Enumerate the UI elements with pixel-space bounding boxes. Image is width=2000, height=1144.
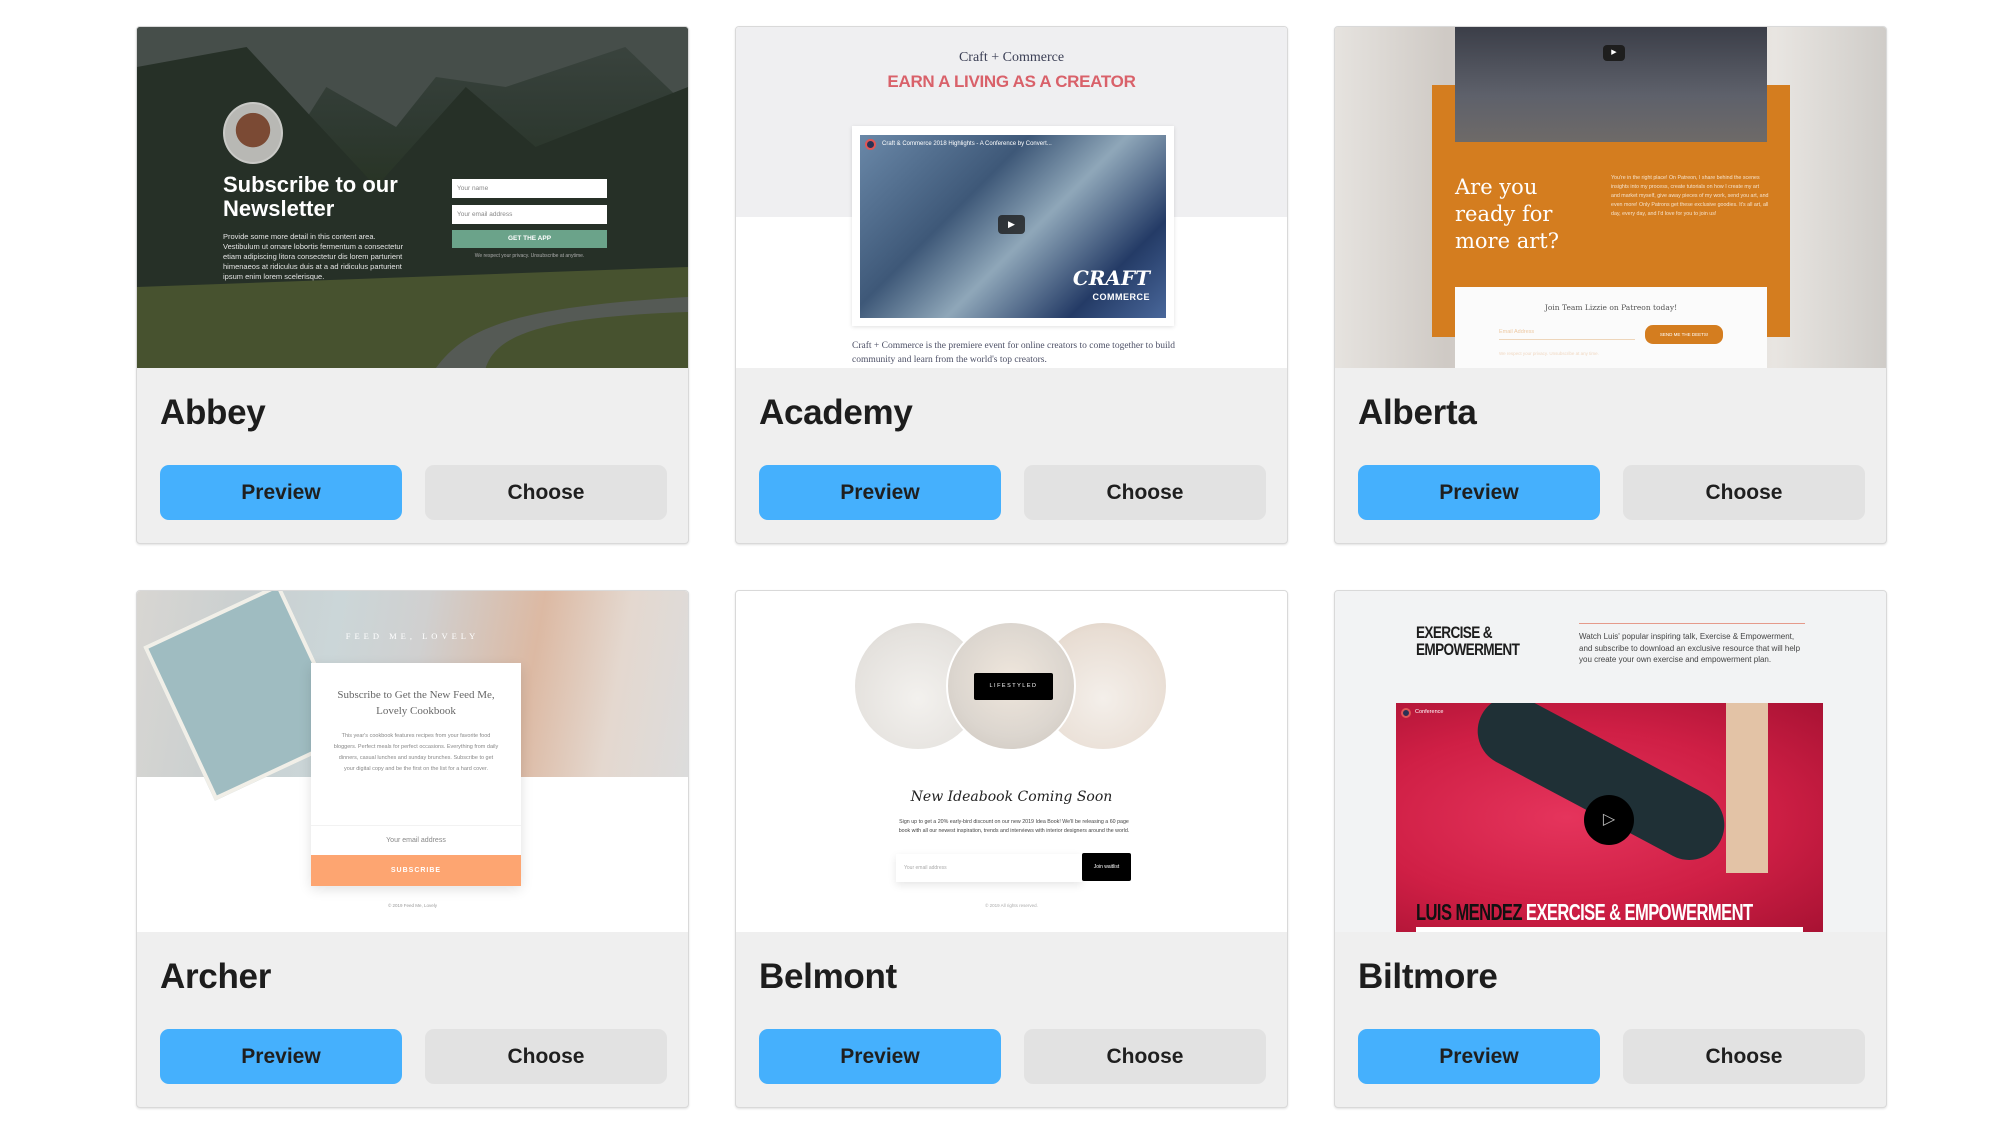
channel-logo-icon [865,139,876,150]
choose-button[interactable]: Choose [425,465,667,520]
choose-button[interactable]: Choose [1024,1029,1266,1084]
email-field: Your email address [311,825,521,855]
video-banner: LUIS MENDEZ EXERCISE & EMPOWERMENT [1416,899,1753,926]
template-card-archer: FEED ME, LOVELY Subscribe to Get the New… [136,590,689,1108]
email-field: Your email address [452,205,607,224]
avatar [223,102,283,164]
template-name: Biltmore [1358,957,1498,996]
privacy-note: We respect your privacy. Unsubscribe at … [474,253,585,259]
play-icon: ▶ [998,215,1025,234]
email-field: Email Address [1499,329,1635,340]
thumbnail-footer: © 2019 Feed Me, Lovely [387,903,438,908]
template-name: Academy [759,393,913,432]
name-field: Your name [452,179,607,198]
template-name: Alberta [1358,393,1477,432]
thumbnail-headline: EARN A LIVING AS A CREATOR [887,72,1136,91]
athlete-image [1465,703,1737,873]
preview-button[interactable]: Preview [160,465,402,520]
play-icon: ▶ [1603,45,1625,61]
thumbnail-body: This year's cookbook features recipes fr… [333,733,499,772]
template-thumbnail[interactable]: Craft + Commerce EARN A LIVING AS A CREA… [736,27,1287,368]
video-brand: CRAFT [1072,266,1150,290]
thumbnail-kicker: Craft + Commerce [958,50,1065,65]
play-icon: ▷ [1584,795,1634,845]
banner-name: LUIS MENDEZ [1416,899,1522,925]
template-thumbnail[interactable]: LIFESTYLED New Ideabook Coming Soon Sign… [736,591,1287,932]
thumbnail-body: Sign up to get a 20% early-bird discount… [898,819,1130,834]
join-waitlist-button: Join waitlist [1082,853,1131,881]
thumbnail-body: Watch Luis' popular inspiring talk, Exer… [1579,632,1801,664]
choose-button[interactable]: Choose [1623,1029,1865,1084]
divider [1579,623,1805,624]
signup-form: Join Team Lizzie on Patreon today! Email… [1455,287,1767,368]
subscribe-box: Subscribe to Get the New Feed Me, Lovely… [311,663,521,886]
template-card-alberta: ▶ Are you ready for more art? You're in … [1334,26,1887,544]
template-name: Abbey [160,393,266,432]
template-card-belmont: LIFESTYLED New Ideabook Coming Soon Sign… [735,590,1288,1108]
template-name: Archer [160,957,272,996]
brand-badge: LIFESTYLED [974,673,1053,700]
preview-button[interactable]: Preview [160,1029,402,1084]
preview-button[interactable]: Preview [759,1029,1001,1084]
template-thumbnail[interactable]: FEED ME, LOVELY Subscribe to Get the New… [137,591,688,932]
preview-button[interactable]: Preview [1358,465,1600,520]
template-thumbnail[interactable]: Subscribe to our Newsletter Provide some… [137,27,688,368]
thumbnail-body: Provide some more detail in this content… [223,232,404,281]
preview-button[interactable]: Preview [1358,1029,1600,1084]
video-frame: Craft & Commerce 2018 Highlights - A Con… [852,126,1174,326]
template-card-biltmore: EXERCISE & EMPOWERMENT Watch Luis' popul… [1334,590,1887,1108]
thumbnail-heading: Are you ready for more art? [1455,175,1559,253]
choose-button[interactable]: Choose [425,1029,667,1084]
channel-logo-icon [1401,708,1411,718]
thumbnail-heading: New Ideabook Coming Soon [910,789,1113,805]
template-card-academy: Craft + Commerce EARN A LIVING AS A CREA… [735,26,1288,544]
thumbnail-heading: Subscribe to our Newsletter [223,172,398,221]
form-strip [1416,927,1803,932]
thumbnail-heading: EXERCISE & EMPOWERMENT [1416,623,1520,659]
privacy-note: We respect your privacy. Unsubscribe at … [1499,351,1599,356]
send-button: SEND ME THE DEETS! [1645,325,1723,344]
choose-button[interactable]: Choose [1623,465,1865,520]
pegboard-image [1726,703,1768,873]
choose-button[interactable]: Choose [1024,465,1266,520]
subscribe-button: SUBSCRIBE [311,855,521,886]
template-name: Belmont [759,957,897,996]
email-field: Your email address [896,854,1082,882]
thumbnail-body: Craft + Commerce is the premiere event f… [852,341,1175,365]
video-brand-sub: COMMERCE [1092,292,1150,302]
preview-button[interactable]: Preview [759,465,1001,520]
video-embed: Craft & Commerce 2018 Highlights - A Con… [860,135,1166,318]
video-title: Craft & Commerce 2018 Highlights - A Con… [882,141,1052,147]
brand-name: FEED ME, LOVELY [345,631,480,641]
thumbnail-footer: © 2019 All rights reserved. [985,903,1038,908]
get-app-button: GET THE APP [452,230,607,248]
template-card-abbey: Subscribe to our Newsletter Provide some… [136,26,689,544]
form-title: Join Team Lizzie on Patreon today! [1544,303,1678,312]
video-embed: ▶ [1455,27,1767,142]
video-channel: Conference [1415,709,1444,715]
template-thumbnail[interactable]: EXERCISE & EMPOWERMENT Watch Luis' popul… [1335,591,1886,932]
thumbnail-blurb: You're in the right place! On Patreon, I… [1611,175,1769,217]
banner-title: EXERCISE & EMPOWERMENT [1525,899,1753,925]
template-thumbnail[interactable]: ▶ Are you ready for more art? You're in … [1335,27,1886,368]
video-embed: Conference ▷ LUIS MENDEZ EXERCISE & EMPO… [1396,703,1823,932]
thumbnail-heading: Subscribe to Get the New Feed Me, Lovely… [337,689,495,717]
